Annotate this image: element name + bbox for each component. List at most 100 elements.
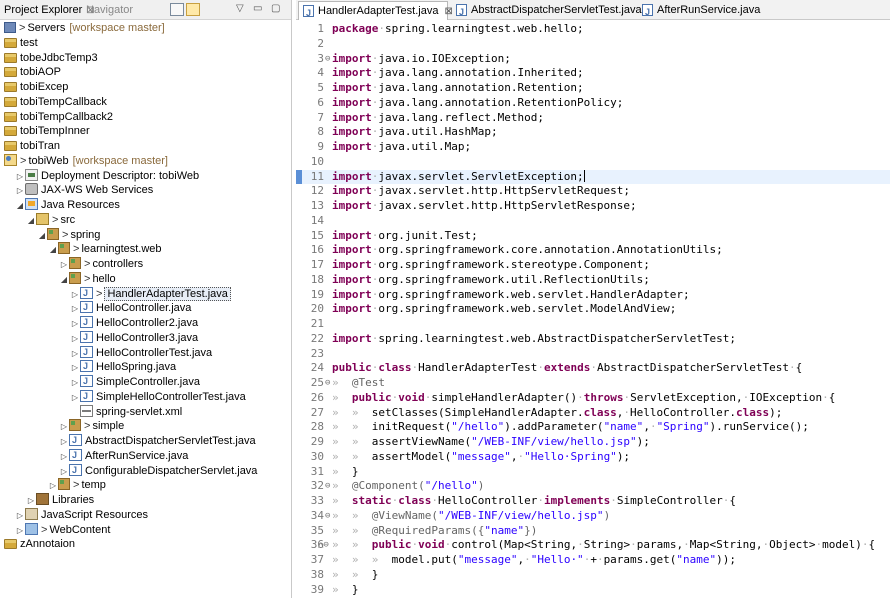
tree-item[interactable]: tobeJdbcTemp3 bbox=[4, 51, 98, 66]
tree-item[interactable]: ▷ ConfigurableDispatcherServlet.java bbox=[59, 463, 258, 479]
collapsed-arrow-icon[interactable]: ▷ bbox=[15, 508, 25, 523]
code-line[interactable]: 36 △⊖» » public·void·control(Map<String,·… bbox=[296, 538, 890, 553]
tree-item[interactable]: tobiTempCallback2 bbox=[4, 110, 113, 125]
code-line[interactable]: 29 » » assertViewName("/WEB-INF/view/hell… bbox=[296, 435, 890, 450]
tree-item[interactable]: ▷ SimpleController.java bbox=[70, 374, 200, 390]
code-line[interactable]: 1 package·spring.learningtest.web.hello; bbox=[296, 22, 890, 37]
code-line[interactable]: 18 import·org.springframework.util.Reflec… bbox=[296, 273, 890, 288]
code-line[interactable]: 17 import·org.springframework.stereotype.… bbox=[296, 258, 890, 273]
tree-item[interactable]: test bbox=[4, 36, 38, 51]
code-line[interactable]: 27» » setClasses(SimpleHandlerAdapter.cl… bbox=[296, 406, 890, 421]
collapsed-arrow-icon[interactable]: ▷ bbox=[70, 287, 80, 302]
tree-item[interactable]: ▷ HelloController2.java bbox=[70, 315, 198, 331]
code-line[interactable]: 35 » » @RequiredParams({"name"}) bbox=[296, 524, 890, 539]
tree-item[interactable]: zAnnotaion bbox=[4, 537, 75, 552]
code-line[interactable]: 11 import·javax.servlet.ServletException; bbox=[296, 169, 890, 185]
tree-item[interactable]: spring-servlet.xml bbox=[70, 404, 182, 420]
tree-item[interactable]: ▷ HelloController3.java bbox=[70, 330, 198, 346]
collapsed-arrow-icon[interactable]: ▷ bbox=[70, 390, 80, 405]
tree-item[interactable]: ◢ > hello bbox=[59, 271, 116, 287]
code-line[interactable]: 7 import·java.lang.reflect.Method; bbox=[296, 111, 890, 126]
tree-item[interactable]: > tobiWeb [workspace master] bbox=[4, 153, 168, 169]
code-line[interactable]: 39 » } bbox=[296, 583, 890, 598]
code-line[interactable]: 24 public·class·HandlerAdapterTest·extend… bbox=[296, 361, 890, 376]
tree-item[interactable]: tobiTran bbox=[4, 139, 60, 154]
tree-item[interactable]: ◢ > src bbox=[26, 212, 75, 228]
tree-item[interactable]: tobiAOP bbox=[4, 65, 61, 80]
tree-item[interactable]: tobiExcep bbox=[4, 80, 68, 95]
collapsed-arrow-icon[interactable]: ▷ bbox=[70, 316, 80, 331]
collapse-all-icon[interactable] bbox=[170, 3, 184, 16]
code-line[interactable]: 25 ⊖» @Test bbox=[296, 376, 890, 391]
tree-item[interactable]: ▷ AfterRunService.java bbox=[59, 448, 188, 464]
code-line[interactable]: 30 » » assertModel("message",·"Hello·Spri… bbox=[296, 450, 890, 465]
minimize-icon[interactable]: ▭ bbox=[253, 3, 262, 15]
tree-item[interactable]: ▷ >HandlerAdapterTest.java bbox=[70, 286, 231, 302]
code-line[interactable]: 14 bbox=[296, 214, 890, 229]
expanded-arrow-icon[interactable]: ◢ bbox=[26, 213, 36, 228]
maximize-icon[interactable]: ▢ bbox=[271, 3, 280, 15]
view-menu-icon[interactable]: ▽ bbox=[236, 3, 244, 15]
tree-item[interactable]: ▷ JavaScript Resources bbox=[15, 507, 148, 523]
collapsed-arrow-icon[interactable]: ▷ bbox=[59, 257, 69, 272]
collapsed-arrow-icon[interactable]: ▷ bbox=[15, 523, 25, 538]
collapsed-arrow-icon[interactable]: ▷ bbox=[15, 169, 25, 184]
code-line[interactable]: 28 » » initRequest("/hello").addParameter… bbox=[296, 420, 890, 435]
tree-item[interactable]: ▷ > temp bbox=[48, 478, 106, 493]
fold-toggle-icon[interactable]: △⊖ bbox=[318, 538, 329, 553]
tree-item[interactable]: ▷ > WebContent bbox=[15, 522, 110, 538]
code-line[interactable]: 13 import·javax.servlet.http.HttpServletR… bbox=[296, 199, 890, 214]
code-line[interactable]: 37 » » » model.put("message",·"Hello·"·+·… bbox=[296, 553, 890, 568]
tree-item[interactable]: ▷ SimpleHelloControllerTest.java bbox=[70, 389, 246, 405]
code-line[interactable]: 15 import·org.junit.Test; bbox=[296, 229, 890, 244]
code-line[interactable]: 21 bbox=[296, 317, 890, 332]
expanded-arrow-icon[interactable]: ◢ bbox=[48, 242, 58, 257]
collapsed-arrow-icon[interactable]: ▷ bbox=[70, 331, 80, 346]
editor-tab-abstractdispatcherservlettest[interactable]: AbstractDispatcherServletTest.java bbox=[452, 1, 642, 21]
tree-item[interactable]: ◢ > spring bbox=[37, 227, 100, 243]
tree-item[interactable]: ▷ HelloControllerTest.java bbox=[70, 345, 212, 361]
code-line[interactable]: 23 bbox=[296, 347, 890, 362]
code-line[interactable]: 8 import·java.util.HashMap; bbox=[296, 125, 890, 140]
code-line[interactable]: 5 import·java.lang.annotation.Retention; bbox=[296, 81, 890, 96]
tree-item[interactable]: ▷ > simple bbox=[59, 419, 124, 434]
collapsed-arrow-icon[interactable]: ▷ bbox=[70, 346, 80, 361]
tree-item[interactable]: tobiTempInner bbox=[4, 124, 90, 139]
code-line[interactable]: 2 bbox=[296, 37, 890, 52]
code-line[interactable]: 20 import·org.springframework.web.servlet… bbox=[296, 302, 890, 317]
editor-tab-afterrunservice[interactable]: AfterRunService.java bbox=[638, 1, 778, 21]
collapsed-arrow-icon[interactable]: ▷ bbox=[15, 183, 25, 198]
tree-item[interactable]: ▷ HelloSpring.java bbox=[70, 359, 176, 375]
tree-item[interactable]: ▷ > controllers bbox=[59, 257, 143, 272]
tree-item[interactable]: > Servers [workspace master] bbox=[4, 21, 165, 36]
code-line[interactable]: 4 import·java.lang.annotation.Inherited; bbox=[296, 66, 890, 81]
code-line[interactable]: 34 ⊖» » @ViewName("/WEB-INF/view/hello.js… bbox=[296, 509, 890, 524]
tree-item[interactable]: ▷ HelloController.java bbox=[70, 300, 191, 316]
code-line[interactable]: 22 import·spring.learningtest.web.Abstrac… bbox=[296, 332, 890, 347]
collapsed-arrow-icon[interactable]: ▷ bbox=[26, 493, 36, 508]
expanded-arrow-icon[interactable]: ◢ bbox=[59, 272, 69, 287]
collapsed-arrow-icon[interactable]: ▷ bbox=[48, 478, 58, 493]
code-line[interactable]: 6 import·java.lang.annotation.RetentionPo… bbox=[296, 96, 890, 111]
code-line[interactable]: 38 » » } bbox=[296, 568, 890, 583]
tree-item[interactable]: ◢ Java Resources bbox=[15, 198, 120, 213]
editor-tab-handleradaptertest[interactable]: HandlerAdapterTest.java⊠ bbox=[298, 1, 453, 22]
expanded-arrow-icon[interactable]: ◢ bbox=[15, 198, 25, 213]
code-line[interactable]: 31 » } bbox=[296, 465, 890, 480]
collapsed-arrow-icon[interactable]: ▷ bbox=[59, 419, 69, 434]
link-with-editor-icon[interactable] bbox=[186, 3, 200, 16]
collapsed-arrow-icon[interactable]: ▷ bbox=[59, 464, 69, 479]
tree-item[interactable]: ▷ JAX-WS Web Services bbox=[15, 183, 153, 198]
tree-item[interactable]: ◢ > learningtest.web bbox=[48, 242, 162, 257]
tree-item[interactable]: tobiTempCallback bbox=[4, 95, 107, 110]
collapsed-arrow-icon[interactable]: ▷ bbox=[59, 434, 69, 449]
tab-project-explorer[interactable]: Project Explorer ⊠ bbox=[4, 2, 95, 19]
code-line[interactable]: 12 import·javax.servlet.http.HttpServletR… bbox=[296, 184, 890, 199]
expanded-arrow-icon[interactable]: ◢ bbox=[37, 228, 47, 243]
code-line[interactable]: 33» static·class·HelloController·impleme… bbox=[296, 494, 890, 509]
tree-item[interactable]: ▷ AbstractDispatcherServletTest.java bbox=[59, 433, 256, 449]
collapsed-arrow-icon[interactable]: ▷ bbox=[70, 301, 80, 316]
code-line[interactable]: 16 import·org.springframework.core.annota… bbox=[296, 243, 890, 258]
code-text-area[interactable]: 1 package·spring.learningtest.web.hello; 2… bbox=[296, 22, 890, 598]
collapsed-arrow-icon[interactable]: ▷ bbox=[70, 360, 80, 375]
